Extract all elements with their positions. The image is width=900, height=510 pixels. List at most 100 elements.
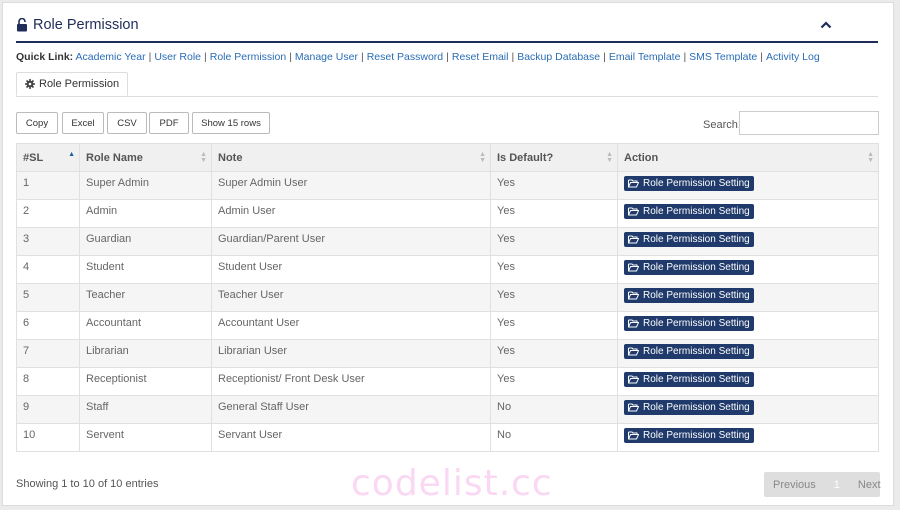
folder-open-icon — [628, 207, 639, 216]
table-row: 9 Staff General Staff User No Role Permissio… — [16, 395, 879, 424]
tab-role-permission[interactable]: Role Permission — [16, 72, 129, 96]
next-button[interactable]: Next — [849, 479, 890, 491]
tab-label: Role Permission — [39, 78, 120, 90]
role-permission-setting-button[interactable]: Role Permission Setting — [624, 232, 754, 247]
role-permission-setting-button[interactable]: Role Permission Setting — [624, 372, 754, 387]
cell-action: Role Permission Setting — [617, 227, 879, 256]
column-header-label: #SL — [23, 151, 44, 164]
table-row: 2 Admin Admin User Yes Role Permission Setti… — [16, 199, 879, 228]
cell-is-default: No — [490, 423, 618, 452]
quick-link-separator: | — [603, 51, 606, 63]
cell-is-default: Yes — [490, 227, 618, 256]
cell-role-name: Staff — [79, 395, 212, 424]
excel-button[interactable]: Excel — [62, 112, 104, 134]
table-row: 8 Receptionist Receptionist/ Front Desk Us… — [16, 367, 879, 396]
role-permission-setting-button[interactable]: Role Permission Setting — [624, 204, 754, 219]
quick-link-reset-email[interactable]: Reset Email — [452, 51, 509, 63]
quick-link-reset-password[interactable]: Reset Password — [367, 51, 443, 63]
column-header-role-name[interactable]: Role Name ▲ ▼ — [79, 143, 212, 172]
column-header-is-default[interactable]: Is Default? ▲ ▼ — [490, 143, 618, 172]
role-permission-setting-button[interactable]: Role Permission Setting — [624, 260, 754, 275]
table-row: 1 Super Admin Super Admin User Yes Role Perm… — [16, 171, 879, 200]
column-header-label: Is Default? — [497, 151, 554, 164]
column-header-sl[interactable]: #SL ▲ — [16, 143, 80, 172]
role-permission-setting-label: Role Permission Setting — [643, 346, 750, 357]
role-permission-setting-button[interactable]: Role Permission Setting — [624, 316, 754, 331]
cell-action: Role Permission Setting — [617, 283, 879, 312]
csv-button[interactable]: CSV — [107, 112, 147, 134]
role-table: #SL ▲ Role Name ▲ ▼ Note ▲ ▼ Is Default? ▲ ▼ Ac… — [16, 143, 879, 452]
cell-note: Teacher User — [211, 283, 491, 312]
cell-note: Accountant User — [211, 311, 491, 340]
folder-open-icon — [628, 431, 639, 440]
chevron-up-icon[interactable] — [818, 17, 834, 33]
quick-link-manage-user[interactable]: Manage User — [295, 51, 358, 63]
sort-icon: ▲ ▼ — [200, 151, 207, 164]
table-row: 3 Guardian Guardian/Parent User Yes Role Per… — [16, 227, 879, 256]
cell-sl: 9 — [16, 395, 80, 424]
table-row: 5 Teacher Teacher User Yes Role Permission S… — [16, 283, 879, 312]
role-permission-setting-label: Role Permission Setting — [643, 430, 750, 441]
page-1-button[interactable]: 1 — [825, 479, 849, 491]
cell-note: Servant User — [211, 423, 491, 452]
quick-link-sms-template[interactable]: SMS Template — [689, 51, 757, 63]
cell-action: Role Permission Setting — [617, 339, 879, 368]
role-permission-setting-button[interactable]: Role Permission Setting — [624, 400, 754, 415]
quick-link-role-permission[interactable]: Role Permission — [210, 51, 286, 63]
role-permission-setting-label: Role Permission Setting — [643, 318, 750, 329]
show-rows-button[interactable]: Show 15 rows — [192, 112, 270, 134]
previous-button[interactable]: Previous — [764, 479, 825, 491]
cell-role-name: Librarian — [79, 339, 212, 368]
cell-sl: 5 — [16, 283, 80, 312]
search-input[interactable] — [739, 111, 879, 135]
cell-action: Role Permission Setting — [617, 255, 879, 284]
sort-icon: ▲ ▼ — [867, 151, 874, 164]
cell-is-default: Yes — [490, 311, 618, 340]
role-permission-setting-label: Role Permission Setting — [643, 178, 750, 189]
cell-sl: 1 — [16, 171, 80, 200]
pdf-button[interactable]: PDF — [149, 112, 189, 134]
cell-note: Student User — [211, 255, 491, 284]
cell-action: Role Permission Setting — [617, 395, 879, 424]
table-row: 10 Servent Servant User No Role Permission S… — [16, 423, 879, 452]
cell-is-default: Yes — [490, 339, 618, 368]
column-header-note[interactable]: Note ▲ ▼ — [211, 143, 491, 172]
quick-link-backup-database[interactable]: Backup Database — [517, 51, 600, 63]
cell-role-name: Guardian — [79, 227, 212, 256]
cell-sl: 7 — [16, 339, 80, 368]
folder-open-icon — [628, 347, 639, 356]
cell-role-name: Admin — [79, 199, 212, 228]
quick-link-separator: | — [148, 51, 152, 63]
quick-link-separator: | — [760, 51, 763, 63]
folder-open-icon — [628, 263, 639, 272]
cell-is-default: Yes — [490, 367, 618, 396]
folder-open-icon — [628, 179, 639, 188]
cell-role-name: Receptionist — [79, 367, 212, 396]
role-permission-setting-button[interactable]: Role Permission Setting — [624, 288, 754, 303]
role-permission-setting-label: Role Permission Setting — [643, 262, 750, 273]
column-header-label: Note — [218, 151, 243, 164]
cell-sl: 6 — [16, 311, 80, 340]
panel-header: Role Permission — [16, 11, 878, 43]
quick-link-separator: | — [204, 51, 207, 63]
gear-icon — [25, 79, 35, 89]
quick-links: Quick Link: Academic Year | User Role | Role… — [16, 51, 820, 63]
quick-link-email-template[interactable]: Email Template — [609, 51, 681, 63]
table-row: 6 Accountant Accountant User Yes Role Permis… — [16, 311, 879, 340]
cell-is-default: Yes — [490, 171, 618, 200]
page-title: Role Permission — [16, 17, 139, 33]
quick-link-user-role[interactable]: User Role — [154, 51, 201, 63]
cell-sl: 2 — [16, 199, 80, 228]
cell-note: General Staff User — [211, 395, 491, 424]
role-permission-setting-button[interactable]: Role Permission Setting — [624, 176, 754, 191]
role-permission-setting-label: Role Permission Setting — [643, 234, 750, 245]
quick-link-activity-log[interactable]: Activity Log — [766, 51, 820, 63]
role-permission-setting-button[interactable]: Role Permission Setting — [624, 344, 754, 359]
copy-button[interactable]: Copy — [16, 112, 58, 134]
role-permission-setting-button[interactable]: Role Permission Setting — [624, 428, 754, 443]
cell-note: Admin User — [211, 199, 491, 228]
quick-link-separator: | — [446, 51, 449, 63]
column-header-action[interactable]: Action ▲ ▼ — [617, 143, 879, 172]
watermark-text: codelist.cc — [351, 463, 553, 504]
quick-link-academic-year[interactable]: Academic Year — [76, 51, 146, 63]
